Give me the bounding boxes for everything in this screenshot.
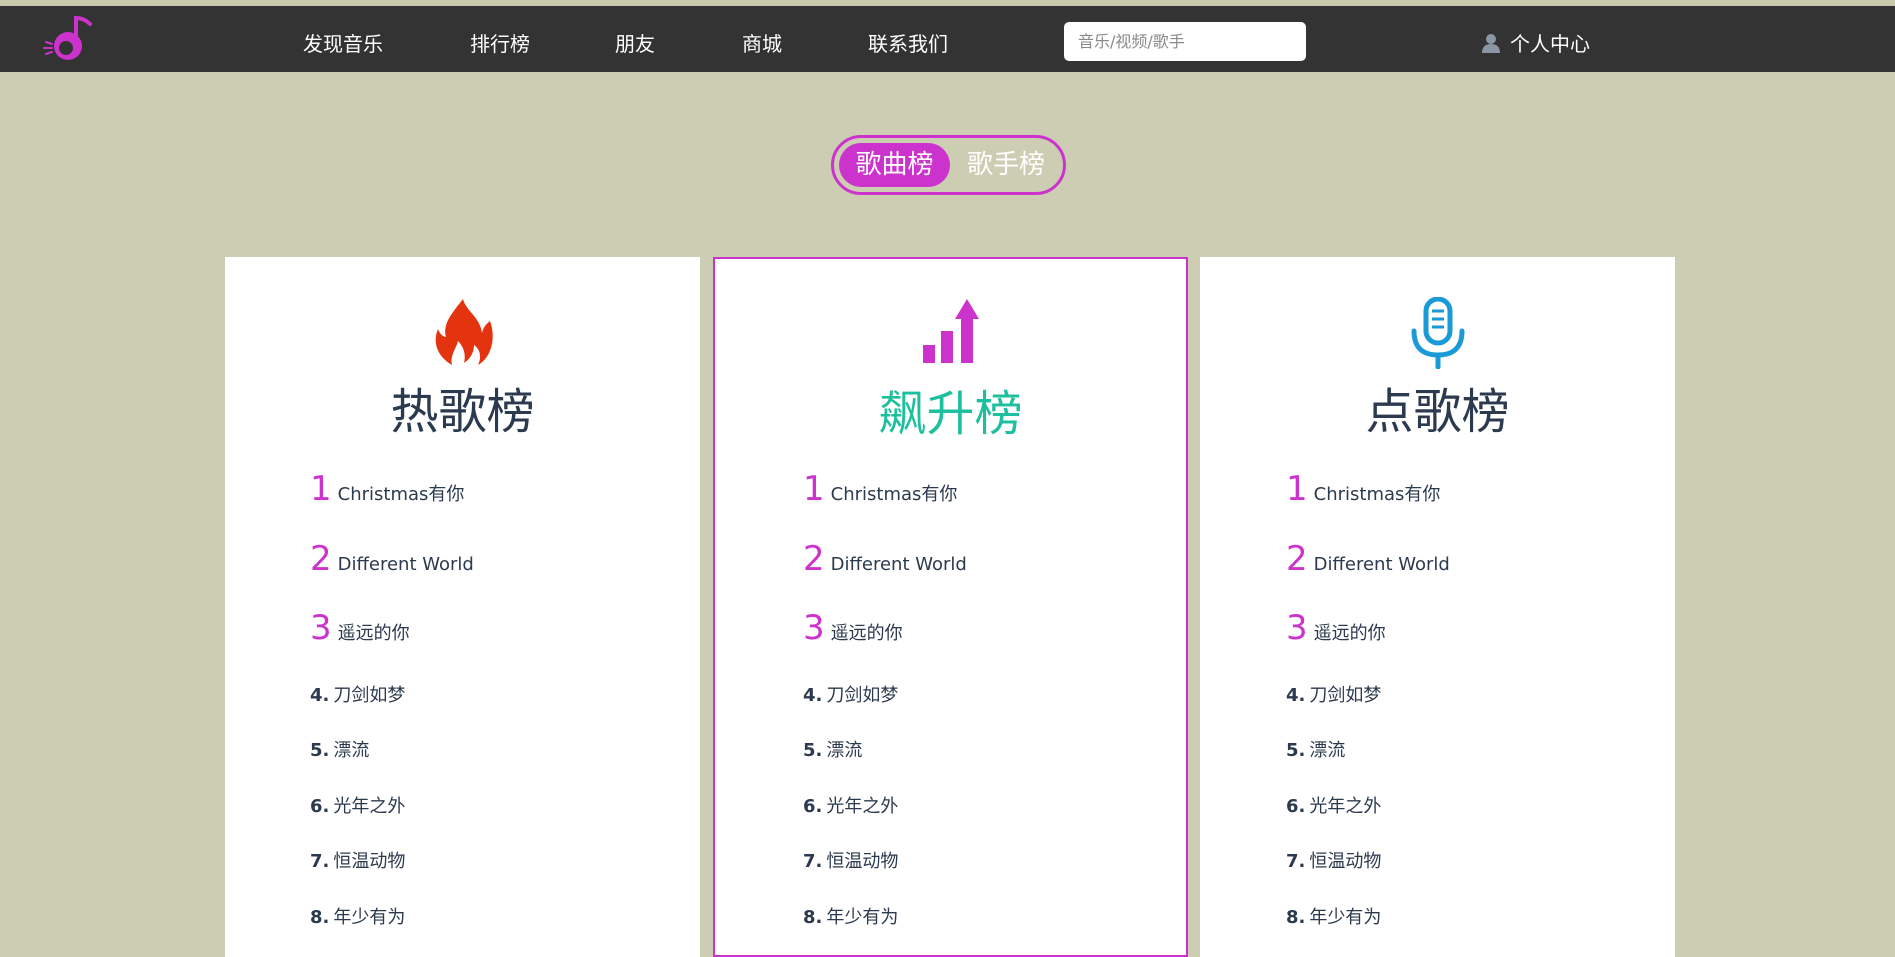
song-item[interactable]: 1 Christmas有你 <box>310 469 464 509</box>
song-name: 恒温动物 <box>1309 851 1382 872</box>
song-name: 恒温动物 <box>826 851 899 872</box>
song-rank: 3 <box>1286 608 1308 648</box>
song-name: 光年之外 <box>826 796 899 817</box>
song-item[interactable]: 3 遥远的你 <box>803 608 903 648</box>
song-name: 漂流 <box>826 740 863 761</box>
song-item[interactable]: 8. 年少有为 <box>803 903 898 929</box>
music-note-logo-icon[interactable] <box>40 12 96 68</box>
song-item[interactable]: 1 Christmas有你 <box>1286 469 1440 509</box>
song-rank: 2 <box>1286 539 1308 579</box>
song-rank: 5. <box>803 740 823 761</box>
song-name: 光年之外 <box>1309 796 1382 817</box>
song-name: Different World <box>337 554 474 575</box>
song-name: 恒温动物 <box>333 851 406 872</box>
nav-store[interactable]: 商城 <box>742 28 782 57</box>
song-item[interactable]: 8. 年少有为 <box>1286 903 1381 929</box>
song-rank: 5. <box>310 740 330 761</box>
song-item[interactable]: 7. 恒温动物 <box>310 847 405 873</box>
nav-contact-us[interactable]: 联系我们 <box>868 28 948 57</box>
song-name: 遥远的你 <box>1313 623 1386 644</box>
song-rank: 8. <box>803 907 823 928</box>
card-title: 点歌榜 <box>1365 384 1510 440</box>
song-name: 年少有为 <box>333 907 406 928</box>
song-name: Different World <box>1313 554 1450 575</box>
song-name: 刀剑如梦 <box>333 685 406 706</box>
song-name: 光年之外 <box>333 796 406 817</box>
song-item[interactable]: 7. 恒温动物 <box>1286 847 1381 873</box>
song-rank: 5. <box>1286 740 1306 761</box>
song-name: 遥远的你 <box>830 623 903 644</box>
song-name: Different World <box>830 554 967 575</box>
requested-songs-card: 点歌榜 1 Christmas有你 2 Different World 3 遥远的你 … <box>1200 257 1675 957</box>
song-name: Christmas有你 <box>337 484 465 505</box>
song-item[interactable]: 5. 漂流 <box>803 736 862 762</box>
song-rank: 4. <box>310 685 330 706</box>
microphone-icon <box>1411 297 1464 369</box>
rising-songs-card: 飙升榜 1 Christmas有你 2 Different World 3 遥远的你 … <box>713 257 1188 957</box>
song-rank: 7. <box>803 851 823 872</box>
song-item[interactable]: 4. 刀剑如梦 <box>803 681 898 707</box>
song-name: Christmas有你 <box>830 484 958 505</box>
song-name: 刀剑如梦 <box>826 685 899 706</box>
song-item[interactable]: 8. 年少有为 <box>310 903 405 929</box>
song-item[interactable]: 3 遥远的你 <box>1286 608 1386 648</box>
singer-chart-tab[interactable]: 歌手榜 <box>956 143 1056 187</box>
song-rank: 8. <box>1286 907 1306 928</box>
song-item[interactable]: 7. 恒温动物 <box>803 847 898 873</box>
nav-discover-music[interactable]: 发现音乐 <box>303 28 383 57</box>
song-rank: 4. <box>1286 685 1306 706</box>
song-item[interactable]: 2 Different World <box>803 539 967 579</box>
song-item[interactable]: 6. 光年之外 <box>803 792 898 818</box>
song-item[interactable]: 4. 刀剑如梦 <box>1286 681 1381 707</box>
user-icon <box>1482 33 1500 53</box>
song-rank: 1 <box>1286 469 1308 509</box>
song-rank: 7. <box>1286 851 1306 872</box>
song-rank: 6. <box>310 796 330 817</box>
nav-friends[interactable]: 朋友 <box>615 28 655 57</box>
song-name: 漂流 <box>1309 740 1346 761</box>
search-input[interactable] <box>1064 22 1306 61</box>
song-rank: 1 <box>803 469 825 509</box>
song-name: 年少有为 <box>1309 907 1382 928</box>
song-item[interactable]: 5. 漂流 <box>310 736 369 762</box>
song-item[interactable]: 4. 刀剑如梦 <box>310 681 405 707</box>
song-item[interactable]: 6. 光年之外 <box>1286 792 1381 818</box>
song-rank: 2 <box>803 539 825 579</box>
song-rank: 6. <box>803 796 823 817</box>
song-name: 年少有为 <box>826 907 899 928</box>
song-item[interactable]: 2 Different World <box>310 539 474 579</box>
song-rank: 7. <box>310 851 330 872</box>
song-name: 漂流 <box>333 740 370 761</box>
song-rank: 4. <box>803 685 823 706</box>
song-name: 遥远的你 <box>337 623 410 644</box>
song-rank: 3 <box>803 608 825 648</box>
song-rank: 8. <box>310 907 330 928</box>
song-rank: 3 <box>310 608 332 648</box>
chart-type-toggle: 歌曲榜 歌手榜 <box>831 135 1066 195</box>
user-center-label: 个人中心 <box>1510 32 1590 56</box>
nav-rankings[interactable]: 排行榜 <box>470 28 530 57</box>
song-item[interactable]: 2 Different World <box>1286 539 1450 579</box>
song-rank: 1 <box>310 469 332 509</box>
song-item[interactable]: 3 遥远的你 <box>310 608 410 648</box>
top-nav-bar: 发现音乐 排行榜 朋友 商城 联系我们 个人中心 <box>0 0 1895 72</box>
card-title: 飙升榜 <box>878 386 1023 442</box>
song-name: 刀剑如梦 <box>1309 685 1382 706</box>
card-title: 热歌榜 <box>390 384 535 440</box>
song-item[interactable]: 1 Christmas有你 <box>803 469 957 509</box>
user-center-link[interactable]: 个人中心 <box>1482 28 1590 57</box>
song-rank: 6. <box>1286 796 1306 817</box>
song-chart-tab[interactable]: 歌曲榜 <box>839 143 950 187</box>
hot-songs-card: 热歌榜 1 Christmas有你 2 Different World 3 遥远的你 … <box>225 257 700 957</box>
rising-bars-icon <box>922 299 979 363</box>
song-item[interactable]: 5. 漂流 <box>1286 736 1345 762</box>
fire-icon <box>435 299 493 365</box>
song-rank: 2 <box>310 539 332 579</box>
song-name: Christmas有你 <box>1313 484 1441 505</box>
song-item[interactable]: 6. 光年之外 <box>310 792 405 818</box>
